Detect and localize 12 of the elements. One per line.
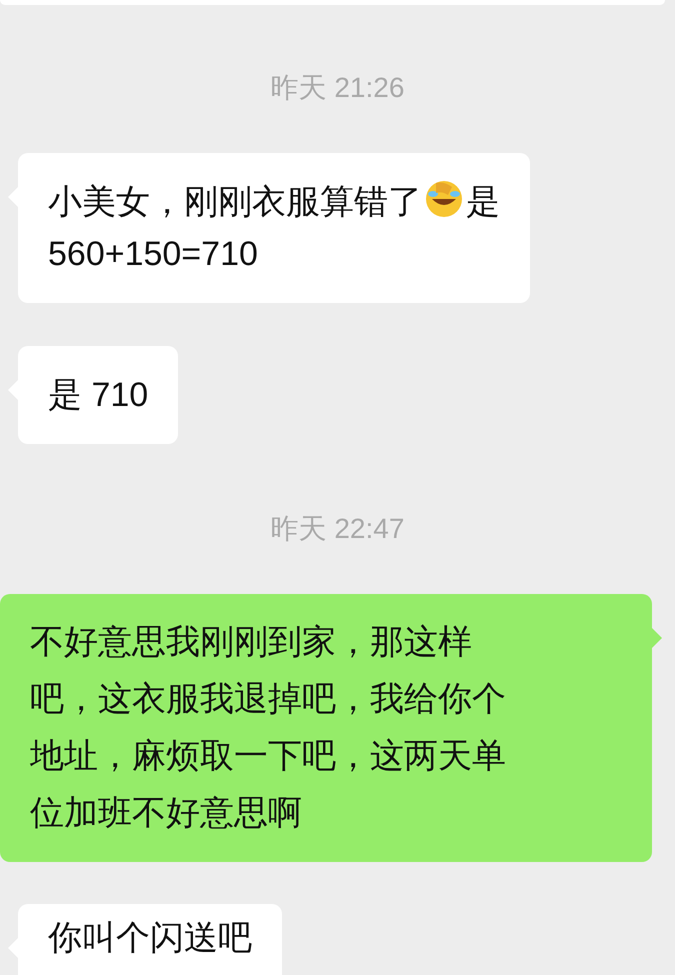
message-text: 小美女，刚刚衣服算错了 <box>48 183 422 221</box>
timestamp: 昨天 21:26 <box>270 71 404 105</box>
message-text: 吧，这衣服我退掉吧，我给你个 <box>30 680 506 718</box>
message-text: 560+150=710 <box>48 235 258 273</box>
timestamp: 昨天 22:47 <box>270 512 404 546</box>
message-text: 是 <box>466 183 500 221</box>
message-text: 是 710 <box>48 376 148 414</box>
emoji-icon <box>424 179 464 219</box>
message-text: 不好意思我刚刚到家，那这样 <box>30 623 472 661</box>
message-text: 位加班不好意思啊 <box>30 794 302 832</box>
message-text: 你叫个闪送吧 <box>48 919 252 957</box>
message-text: 地址，麻烦取一下吧，这两天单 <box>30 737 506 775</box>
